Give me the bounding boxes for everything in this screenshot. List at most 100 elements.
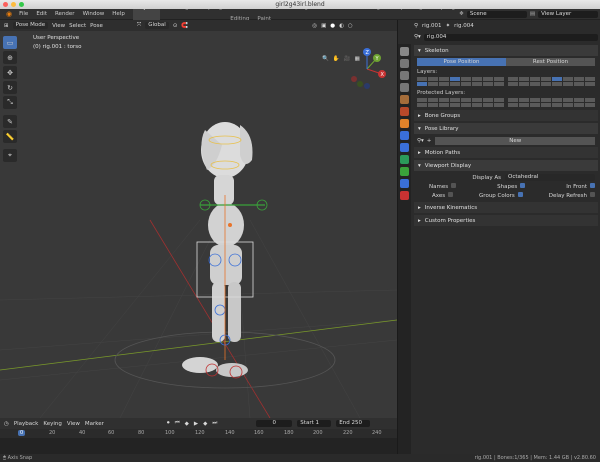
pose-library-dropdown-icon[interactable]: ⚲▾ bbox=[417, 138, 424, 144]
timeline-ruler[interactable]: 0 20 40 60 80 100 120 140 160 180 200 22… bbox=[0, 429, 397, 438]
3d-viewport[interactable]: ⊞ Pose Mode View Select Pose ⤧ Global ⊙ … bbox=[0, 20, 397, 418]
jump-end-icon[interactable]: ⏭ bbox=[212, 420, 217, 427]
annotate-tool-icon[interactable]: ✎ bbox=[3, 115, 17, 128]
custom-props-panel-header[interactable]: ▸ Custom Properties bbox=[414, 215, 598, 226]
protected-block-left[interactable] bbox=[417, 98, 504, 107]
character-mesh[interactable] bbox=[182, 122, 253, 377]
names-checkbox[interactable] bbox=[451, 183, 457, 188]
orientation-dropdown[interactable]: Global bbox=[145, 22, 169, 29]
shapes-checkbox[interactable] bbox=[520, 183, 526, 188]
menu-window[interactable]: Window bbox=[79, 9, 109, 20]
timeline-menu-keying[interactable]: Keying bbox=[43, 421, 61, 427]
modifier-tab-icon[interactable] bbox=[400, 131, 409, 140]
texture-tab-icon[interactable] bbox=[400, 191, 409, 200]
tool-tab-icon[interactable] bbox=[400, 47, 409, 56]
next-key-icon[interactable]: ◆ bbox=[203, 421, 207, 427]
bone-tab-icon[interactable] bbox=[400, 167, 409, 176]
view-layer-tab-icon[interactable] bbox=[400, 83, 409, 92]
display-options-row-2: Axes Group Colors Delay Refresh bbox=[411, 191, 600, 200]
menu-render[interactable]: Render bbox=[51, 9, 79, 20]
jump-start-icon[interactable]: ⏮ bbox=[175, 420, 180, 427]
axes-checkbox[interactable] bbox=[448, 192, 454, 197]
menu-help[interactable]: Help bbox=[108, 9, 129, 20]
scene-tab-icon[interactable] bbox=[400, 95, 409, 104]
ruler-tick: 180 bbox=[284, 430, 294, 436]
measure-tool-icon[interactable]: 📏 bbox=[3, 130, 17, 143]
group-colors-checkbox[interactable] bbox=[517, 192, 523, 197]
protected-block-right[interactable] bbox=[508, 98, 595, 107]
shading-solid-icon[interactable]: ● bbox=[330, 23, 335, 29]
timeline-menu-playback[interactable]: Playback bbox=[14, 421, 39, 427]
view-layer-field[interactable]: View Layer bbox=[538, 10, 599, 18]
menu-file[interactable]: File bbox=[15, 9, 32, 20]
zoom-icon[interactable]: 🔍 bbox=[322, 56, 329, 62]
layer-block-left[interactable] bbox=[417, 77, 504, 86]
xray-icon[interactable]: ▣ bbox=[321, 23, 326, 29]
skeleton-panel-header[interactable]: ▾ Skeleton bbox=[414, 45, 598, 56]
navigation-gizmo[interactable]: X Y Z bbox=[342, 44, 392, 94]
output-tab-icon[interactable] bbox=[400, 71, 409, 80]
pan-hand-icon[interactable]: ✋ bbox=[333, 56, 340, 62]
viewport-display-panel-header[interactable]: ▾ Viewport Display bbox=[414, 160, 598, 171]
viewport-menu-pose[interactable]: Pose bbox=[90, 23, 103, 29]
pose-library-panel-header[interactable]: ▾ Pose Library bbox=[414, 123, 598, 134]
new-pose-library-button[interactable]: New bbox=[435, 136, 595, 145]
ruler-tick: 60 bbox=[108, 430, 115, 436]
bone-constraints-tab-icon[interactable] bbox=[400, 179, 409, 188]
in-front-checkbox[interactable] bbox=[590, 183, 595, 188]
transform-tool-icon[interactable]: ⌖ bbox=[3, 149, 17, 162]
record-icon[interactable]: ⏺ bbox=[167, 420, 170, 427]
datablock-type-icon[interactable]: ⚲▾ bbox=[414, 34, 421, 40]
end-frame-field[interactable]: End 250 bbox=[336, 420, 371, 427]
snap-icon[interactable]: 🧲 bbox=[181, 23, 188, 29]
mode-dropdown[interactable]: Pose Mode bbox=[12, 22, 49, 29]
scale-tool-icon[interactable]: ⤡ bbox=[3, 96, 17, 109]
armature-data-tab-icon[interactable] bbox=[400, 155, 409, 164]
in-front-option: In Front bbox=[566, 183, 595, 190]
ruler-tick: 120 bbox=[195, 430, 205, 436]
timeline-editor-icon[interactable]: ◷ bbox=[4, 421, 9, 427]
window-titlebar: girl2g43irl.blend bbox=[0, 0, 600, 9]
add-icon[interactable]: + bbox=[427, 138, 432, 144]
blender-logo-icon[interactable]: ◉ bbox=[3, 10, 15, 18]
overlay-icon[interactable]: ◎ bbox=[312, 23, 317, 29]
delay-refresh-checkbox[interactable] bbox=[590, 192, 595, 197]
bone-groups-panel-header[interactable]: ▸ Bone Groups bbox=[414, 110, 598, 121]
prev-key-icon[interactable]: ◆ bbox=[185, 421, 189, 427]
world-tab-icon[interactable] bbox=[400, 107, 409, 116]
motion-paths-panel-header[interactable]: ▸ Motion Paths bbox=[414, 147, 598, 158]
pose-position-button[interactable]: Pose Position bbox=[417, 58, 506, 66]
play-icon[interactable]: ▶ bbox=[194, 421, 198, 427]
start-frame-field[interactable]: Start 1 bbox=[297, 420, 332, 427]
rest-position-button[interactable]: Rest Position bbox=[506, 58, 595, 66]
timeline-menu-marker[interactable]: Marker bbox=[85, 421, 104, 427]
constraints-tab-icon[interactable] bbox=[400, 143, 409, 152]
shading-material-icon[interactable]: ◐ bbox=[339, 23, 344, 29]
editor-type-icon[interactable]: ⊞ bbox=[4, 23, 9, 29]
tool-shelf: ▭ ⊕ ✥ ↻ ⤡ ✎ 📏 ⌖ bbox=[3, 36, 17, 164]
menu-edit[interactable]: Edit bbox=[32, 9, 51, 20]
viewport-menu-select[interactable]: Select bbox=[69, 23, 86, 29]
active-object-info: (0) rig.001 : torso bbox=[33, 44, 82, 50]
cursor-tool-icon[interactable]: ⊕ bbox=[3, 51, 17, 64]
datablock-name-field[interactable]: rig.004 bbox=[423, 33, 598, 41]
delay-refresh-label: Delay Refresh bbox=[548, 193, 587, 199]
viewport-menu-view[interactable]: View bbox=[52, 23, 65, 29]
armature-icon: ✦ bbox=[445, 22, 451, 29]
rotate-tool-icon[interactable]: ↻ bbox=[3, 81, 17, 94]
timeline-menu-view[interactable]: View bbox=[67, 421, 80, 427]
shading-rendered-icon[interactable]: ○ bbox=[348, 23, 353, 29]
select-tool-icon[interactable]: ▭ bbox=[3, 36, 17, 49]
current-frame-field[interactable]: 0 bbox=[256, 420, 293, 427]
display-as-dropdown[interactable]: Octahedral bbox=[505, 174, 595, 181]
status-right-text: rig.001 | Bones:1/365 | Mem: 1.44 GB | v… bbox=[474, 455, 596, 461]
playhead[interactable]: 0 bbox=[18, 430, 26, 436]
render-tab-icon[interactable] bbox=[400, 59, 409, 68]
object-tab-icon[interactable] bbox=[400, 119, 409, 128]
timeline-editor[interactable]: ◷ Playback Keying View Marker ⏺ ⏮ ◆ ▶ ◆ … bbox=[0, 418, 397, 454]
move-tool-icon[interactable]: ✥ bbox=[3, 66, 17, 79]
ik-panel-header[interactable]: ▸ Inverse Kinematics bbox=[414, 202, 598, 213]
scene-field[interactable]: Scene bbox=[466, 10, 527, 18]
pivot-icon[interactable]: ⊙ bbox=[173, 23, 178, 29]
layer-block-right[interactable] bbox=[508, 77, 595, 86]
